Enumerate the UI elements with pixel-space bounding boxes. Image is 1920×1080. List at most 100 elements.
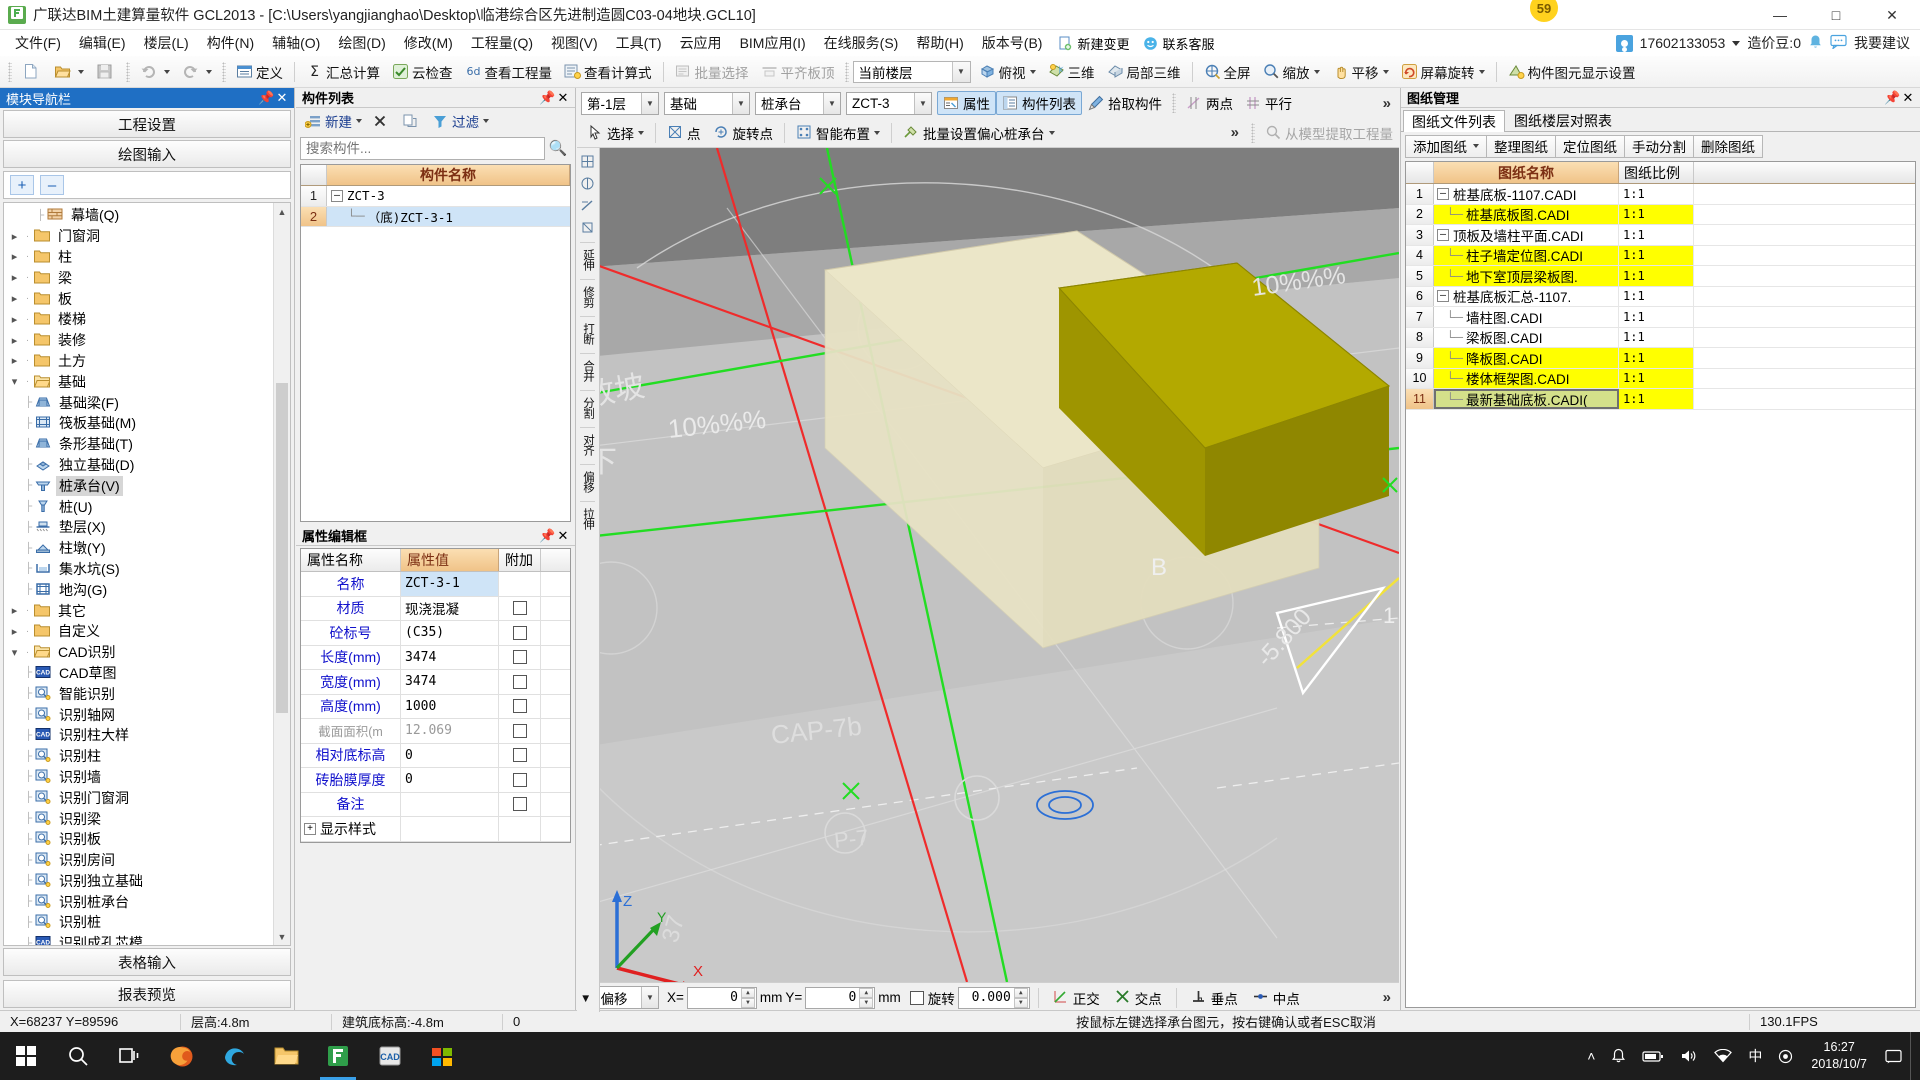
property-extra-checkbox[interactable] [512, 797, 527, 812]
property-row-value[interactable]: 现浇混凝 [401, 596, 499, 620]
toolbar-cloud-check-button[interactable]: 云检查 [386, 59, 459, 85]
property-row[interactable]: 截面面积(m 12.069 [301, 719, 570, 744]
toolbar-fullscreen-button[interactable]: 全屏 [1198, 59, 1257, 85]
search-icon[interactable]: 🔍 [545, 139, 571, 157]
vstrip-tool-1-icon[interactable] [580, 154, 596, 170]
toolbar-zoom-button[interactable]: 缩放 [1257, 59, 1326, 85]
edit-tool-3[interactable]: 合并 [580, 357, 596, 384]
nav-tree-item[interactable]: ├ 智能识别 [4, 683, 273, 704]
property-row-extra[interactable] [499, 792, 541, 816]
property-row-value[interactable]: 1000 [401, 694, 499, 718]
property-row-value[interactable]: (C35) [401, 621, 499, 645]
drawing-row[interactable]: 9 └─ 降板图.CADI 1:1 [1406, 348, 1915, 369]
property-row-extra[interactable] [499, 596, 541, 620]
nav-tree-item[interactable]: ▸ · 门窗洞 [4, 226, 273, 247]
property-row-extra[interactable] [499, 719, 541, 743]
x-offset-input[interactable]: 0 ▲ ▼ [686, 986, 757, 1009]
vstrip-scroll-down-icon[interactable]: ▼ [580, 993, 596, 1009]
add-drawing-chevron-down-icon[interactable] [1473, 144, 1479, 148]
point-tool-button[interactable]: 点 [661, 121, 707, 145]
canvas-toolbar-grip[interactable] [1172, 93, 1176, 113]
canvas-bottom-overflow-icon[interactable]: » [1383, 989, 1391, 1006]
taskbar-cad-app-icon[interactable]: CAD [364, 1032, 416, 1080]
toolbar-grip-4[interactable] [844, 61, 849, 82]
type-selector[interactable]: 桩承台 ▼ [755, 91, 841, 115]
new-file-button[interactable] [16, 59, 48, 85]
property-row-value[interactable]: 3474 [401, 670, 499, 694]
menu-item-14[interactable]: 版本号(B) [973, 30, 1052, 56]
category-selector-chevron-down-icon[interactable]: ▼ [732, 92, 749, 114]
nav-tree-item[interactable]: ▸ · 柱 [4, 247, 273, 268]
rotate-screen-chevron-down-icon[interactable] [1478, 69, 1485, 74]
nav-tree-item[interactable]: ├ 识别门窗洞 [4, 787, 273, 808]
toolbar-grip-2[interactable] [126, 61, 130, 82]
report-preview-button[interactable]: 报表预览 [3, 980, 291, 1008]
menu-item-6[interactable]: 修改(M) [395, 30, 462, 56]
batch-eccentric-chevron-down-icon[interactable] [1048, 130, 1055, 135]
tray-language-icon[interactable]: 中 [1740, 1046, 1770, 1066]
search-input[interactable] [300, 136, 545, 160]
current-floor-combo[interactable]: 当前楼层 ▼ [852, 60, 971, 83]
table-input-button[interactable]: 表格输入 [3, 948, 291, 976]
bell-icon[interactable] [1808, 34, 1823, 53]
nav-tree-item[interactable]: ├ 地沟(G) [4, 579, 273, 600]
property-row-extra[interactable] [499, 621, 541, 645]
drawing-button-4[interactable]: 删除图纸 [1693, 134, 1763, 158]
delete-component-button[interactable] [368, 110, 396, 132]
drawing-row[interactable]: 4 └─ 柱子墙定位图.CADI 1:1 [1406, 245, 1915, 266]
nav-tree-item[interactable]: ├ 桩承台(V) [4, 475, 273, 496]
drawing-button-2[interactable]: 定位图纸 [1555, 134, 1625, 158]
property-extra-checkbox[interactable] [512, 650, 527, 665]
menu-item-4[interactable]: 辅轴(O) [263, 30, 329, 56]
tray-notification-icon[interactable] [1603, 1048, 1634, 1064]
drawing-row[interactable]: 8 └─ 梁板图.CADI 1:1 [1406, 327, 1915, 348]
property-row[interactable]: 材质 现浇混凝 [301, 596, 570, 621]
account-phone[interactable]: 17602133053 [1640, 35, 1726, 51]
drawing-tab-1[interactable]: 图纸楼层对照表 [1505, 109, 1621, 131]
component-selector[interactable]: ZCT-3 ▼ [846, 91, 932, 115]
property-row-value[interactable]: ZCT-3-1 [401, 572, 499, 596]
draw-input-button[interactable]: 绘图输入 [3, 140, 291, 168]
property-row-extra[interactable] [499, 768, 541, 792]
tree-expander-icon[interactable]: ▸ [8, 292, 21, 305]
property-toggle-button[interactable]: 属性 [937, 91, 996, 115]
nav-tree-item[interactable]: ▸ · 板 [4, 288, 273, 309]
copy-component-button[interactable] [398, 110, 426, 132]
nav-tree-item[interactable]: ▸ · 自定义 [4, 621, 273, 642]
type-selector-chevron-down-icon[interactable]: ▼ [823, 92, 840, 114]
property-row-extra[interactable] [499, 694, 541, 718]
parallel-button[interactable]: 平行 [1239, 91, 1298, 115]
extract-quantity-button[interactable]: 从模型提取工程量 [1259, 121, 1399, 145]
project-settings-button[interactable]: 工程设置 [3, 110, 291, 138]
canvas-toolbar2-grip[interactable] [1251, 122, 1255, 143]
vstrip-tool-4-icon[interactable] [580, 220, 596, 236]
nav-tree-item[interactable]: ├ 垫层(X) [4, 517, 273, 538]
property-row[interactable]: + 显示样式 [301, 817, 570, 842]
undo-button[interactable] [134, 59, 176, 85]
taskbar-clock[interactable]: 16:27 2018/10/7 [1801, 1039, 1877, 1073]
notification-badge[interactable]: 59 [1528, 0, 1560, 24]
nav-tree-item[interactable]: ▸ · 梁 [4, 267, 273, 288]
drawing-expander-icon[interactable]: – [1437, 187, 1449, 200]
toolbar-top-view-button[interactable]: 俯视 [973, 59, 1042, 85]
toolbar-pan-button[interactable]: 平移 [1326, 59, 1395, 85]
leftnav-pin-icon[interactable]: 📌 [258, 90, 274, 106]
filter-chevron-down-icon[interactable] [483, 119, 489, 123]
category-selector[interactable]: 基础 ▼ [664, 91, 750, 115]
expand-all-button[interactable]: + [10, 175, 34, 195]
tree-expander-icon[interactable]: ▸ [8, 271, 21, 284]
drawing-row[interactable]: 6– 桩基底板汇总-1107. 1:1 [1406, 286, 1915, 307]
taskbar-file-explorer-icon[interactable] [260, 1032, 312, 1080]
nav-tree-item[interactable]: ├ 桩(U) [4, 496, 273, 517]
tray-action-center-icon[interactable] [1877, 1049, 1910, 1064]
menu-item-3[interactable]: 构件(N) [198, 30, 263, 56]
toolbar-rotate-screen-button[interactable]: 屏幕旋转 [1395, 59, 1491, 85]
open-chevron-down-icon[interactable] [78, 69, 84, 74]
nav-tree-item[interactable]: ▾ · CAD识别 [4, 642, 273, 663]
property-row-value[interactable] [401, 792, 499, 816]
nav-tree-item[interactable]: ▸ · 土方 [4, 351, 273, 372]
nav-tree-item[interactable]: ├ 识别墙 [4, 767, 273, 788]
nav-tree-item[interactable]: ├ 识别房间 [4, 850, 273, 871]
select-chevron-down-icon[interactable] [638, 130, 644, 135]
drawing-row[interactable]: 3– 顶板及墙柱平面.CADI 1:1 [1406, 225, 1915, 246]
